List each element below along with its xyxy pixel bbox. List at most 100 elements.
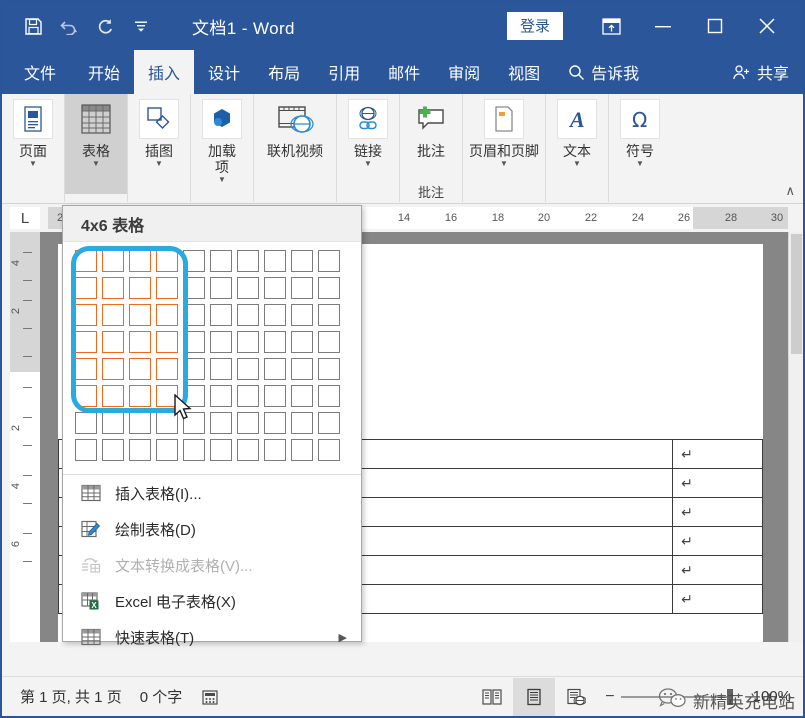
tab-layout[interactable]: 布局 xyxy=(254,50,314,94)
ribbon-button-symbol[interactable]: Ω 符号 ▼ xyxy=(609,94,671,194)
table-size-cell[interactable] xyxy=(129,277,151,299)
scrollbar-thumb[interactable] xyxy=(791,234,802,354)
tab-view[interactable]: 视图 xyxy=(494,50,554,94)
table-size-cell[interactable] xyxy=(210,250,232,272)
menu-item-quick-tables[interactable]: 快速表格(T) ▶ xyxy=(63,619,361,655)
table-size-cell[interactable] xyxy=(291,304,313,326)
table-size-cell[interactable] xyxy=(156,250,178,272)
table-size-cell[interactable] xyxy=(102,385,124,407)
menu-item-excel-spreadsheet[interactable]: X Excel 电子表格(X) xyxy=(63,583,361,619)
maximize-icon[interactable] xyxy=(689,4,741,48)
table-size-cell[interactable] xyxy=(129,250,151,272)
table-size-cell[interactable] xyxy=(75,304,97,326)
zoom-level-label[interactable]: 100% xyxy=(753,688,791,705)
tab-stop-selector[interactable]: L xyxy=(10,207,40,229)
table-size-cell[interactable] xyxy=(318,385,340,407)
table-size-cell[interactable] xyxy=(102,250,124,272)
menu-item-insert-table[interactable]: 插入表格(I)... xyxy=(63,475,361,511)
chevron-down-icon[interactable]: ▼ xyxy=(573,160,581,168)
table-size-cell[interactable] xyxy=(291,385,313,407)
table-size-cell[interactable] xyxy=(129,358,151,380)
chevron-down-icon[interactable]: ▼ xyxy=(500,160,508,168)
close-icon[interactable] xyxy=(741,4,793,48)
tab-mailings[interactable]: 邮件 xyxy=(374,50,434,94)
table-size-cell[interactable] xyxy=(183,304,205,326)
vertical-ruler[interactable]: 4 2 2 4 6 xyxy=(10,232,40,642)
word-count-label[interactable]: 0 个字 xyxy=(140,686,183,707)
table-size-cell[interactable] xyxy=(102,439,124,461)
zoom-slider-thumb[interactable] xyxy=(727,689,733,705)
signin-button[interactable]: 登录 xyxy=(507,12,563,40)
table-size-cell[interactable] xyxy=(129,304,151,326)
table-cell[interactable]: ↵ xyxy=(673,469,763,498)
table-size-cell[interactable] xyxy=(183,331,205,353)
chevron-down-icon[interactable]: ▼ xyxy=(155,160,163,168)
table-size-cell[interactable] xyxy=(318,439,340,461)
tab-file[interactable]: 文件 xyxy=(2,50,74,94)
chevron-down-icon[interactable]: ▼ xyxy=(29,160,37,168)
tab-review[interactable]: 审阅 xyxy=(434,50,494,94)
chevron-down-icon[interactable]: ▼ xyxy=(92,160,100,168)
table-size-cell[interactable] xyxy=(75,250,97,272)
customize-qat-icon[interactable] xyxy=(124,9,158,43)
table-size-cell[interactable] xyxy=(264,412,286,434)
table-size-cell[interactable] xyxy=(75,412,97,434)
table-size-cell[interactable] xyxy=(237,412,259,434)
collapse-ribbon-icon[interactable]: ∧ xyxy=(785,183,795,199)
ribbon-button-illustrations[interactable]: 插图 ▼ xyxy=(128,94,190,194)
table-size-cell[interactable] xyxy=(183,250,205,272)
table-size-cell[interactable] xyxy=(183,358,205,380)
chevron-down-icon[interactable]: ▼ xyxy=(636,160,644,168)
ribbon-display-options-icon[interactable] xyxy=(585,4,637,48)
table-size-cell[interactable] xyxy=(210,385,232,407)
table-size-cell[interactable] xyxy=(264,250,286,272)
table-size-cell[interactable] xyxy=(156,331,178,353)
table-size-cell[interactable] xyxy=(102,277,124,299)
ribbon-button-table[interactable]: 表格 ▼ xyxy=(65,94,127,194)
table-size-cell[interactable] xyxy=(264,304,286,326)
tab-references[interactable]: 引用 xyxy=(314,50,374,94)
table-size-cell[interactable] xyxy=(318,277,340,299)
table-size-cell[interactable] xyxy=(102,358,124,380)
table-size-cell[interactable] xyxy=(318,358,340,380)
menu-item-draw-table[interactable]: 绘制表格(D) xyxy=(63,511,361,547)
table-size-cell[interactable] xyxy=(75,331,97,353)
table-size-cell[interactable] xyxy=(129,331,151,353)
table-size-cell[interactable] xyxy=(210,304,232,326)
table-size-cell[interactable] xyxy=(210,412,232,434)
zoom-slider[interactable] xyxy=(621,696,733,698)
table-size-cell[interactable] xyxy=(102,412,124,434)
table-size-cell[interactable] xyxy=(237,277,259,299)
table-size-cell[interactable] xyxy=(291,412,313,434)
table-size-cell[interactable] xyxy=(156,439,178,461)
table-size-cell[interactable] xyxy=(291,439,313,461)
tab-design[interactable]: 设计 xyxy=(194,50,254,94)
table-size-cell[interactable] xyxy=(183,439,205,461)
table-size-cell[interactable] xyxy=(129,385,151,407)
table-size-cell[interactable] xyxy=(129,439,151,461)
save-icon[interactable] xyxy=(16,9,50,43)
table-size-cell[interactable] xyxy=(264,331,286,353)
table-cell[interactable]: ↵ xyxy=(673,527,763,556)
table-size-cell[interactable] xyxy=(318,412,340,434)
ribbon-button-comment[interactable]: 批注 xyxy=(400,94,462,194)
table-size-cell[interactable] xyxy=(183,277,205,299)
vertical-scrollbar[interactable] xyxy=(788,232,803,642)
table-size-cell[interactable] xyxy=(291,358,313,380)
table-size-cell[interactable] xyxy=(237,358,259,380)
table-size-cell[interactable] xyxy=(156,358,178,380)
undo-icon[interactable] xyxy=(52,9,86,43)
tab-insert[interactable]: 插入 xyxy=(134,50,194,94)
table-size-cell[interactable] xyxy=(318,304,340,326)
table-size-cell[interactable] xyxy=(237,250,259,272)
share-button[interactable]: 共享 xyxy=(718,50,803,94)
ribbon-button-header-footer[interactable]: 页眉和页脚 ▼ xyxy=(463,94,545,194)
ribbon-button-pages[interactable]: 页面 ▼ xyxy=(2,94,64,194)
table-size-cell[interactable] xyxy=(156,277,178,299)
table-size-cell[interactable] xyxy=(210,439,232,461)
table-size-cell[interactable] xyxy=(237,331,259,353)
read-mode-icon[interactable] xyxy=(471,678,513,716)
ribbon-button-text[interactable]: A 文本 ▼ xyxy=(546,94,608,194)
table-size-cell[interactable] xyxy=(75,277,97,299)
table-size-cell[interactable] xyxy=(264,358,286,380)
